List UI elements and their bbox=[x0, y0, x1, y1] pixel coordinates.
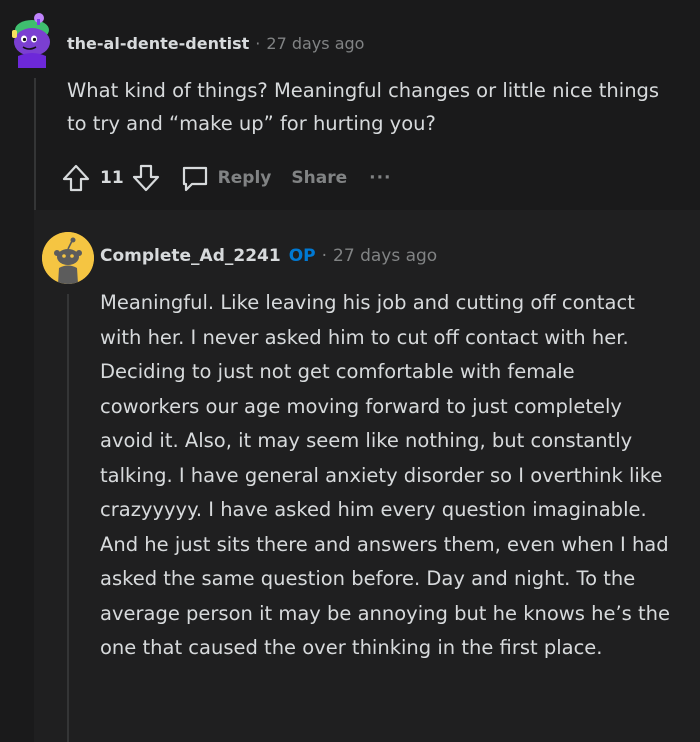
vote-count: 11 bbox=[100, 168, 124, 188]
username[interactable]: Complete_Ad_2241 bbox=[100, 246, 281, 266]
inner-thread-line[interactable] bbox=[67, 294, 69, 742]
upvote-arrow-icon[interactable] bbox=[62, 163, 90, 193]
user-avatar[interactable] bbox=[42, 232, 94, 284]
separator-dot: · bbox=[321, 246, 328, 266]
comment-meta: the-al-dente-dentist · 27 days ago bbox=[67, 34, 364, 53]
reply-label: Reply bbox=[217, 168, 272, 188]
comment-actions: 11 Reply Share ··· bbox=[62, 160, 391, 196]
snoo-avatar-default-icon bbox=[42, 232, 94, 284]
reply-comment: Complete_Ad_2241 OP · 27 days ago Meaningfu… bbox=[34, 210, 700, 742]
share-button[interactable]: Share bbox=[291, 168, 347, 188]
comment-body: What kind of things? Meaningful changes … bbox=[67, 79, 660, 135]
separator-dot: · bbox=[255, 34, 261, 53]
user-avatar[interactable] bbox=[8, 10, 60, 68]
comment: the-al-dente-dentist · 27 days ago What ki… bbox=[0, 0, 700, 210]
snoo-avatar-purple-icon bbox=[12, 13, 50, 68]
comment-body: Meaningful. Like leaving his job and cut… bbox=[100, 291, 671, 659]
comment-bubble-icon bbox=[182, 166, 207, 192]
timestamp[interactable]: 27 days ago bbox=[266, 34, 364, 53]
op-badge: OP bbox=[288, 246, 316, 266]
more-options-icon[interactable]: ··· bbox=[369, 168, 391, 188]
downvote-arrow-icon[interactable] bbox=[132, 163, 160, 193]
comment-meta: Complete_Ad_2241 OP · 27 days ago bbox=[100, 246, 437, 266]
username[interactable]: the-al-dente-dentist bbox=[67, 34, 249, 53]
reply-button[interactable]: Reply bbox=[180, 163, 272, 193]
timestamp[interactable]: 27 days ago bbox=[333, 246, 437, 266]
